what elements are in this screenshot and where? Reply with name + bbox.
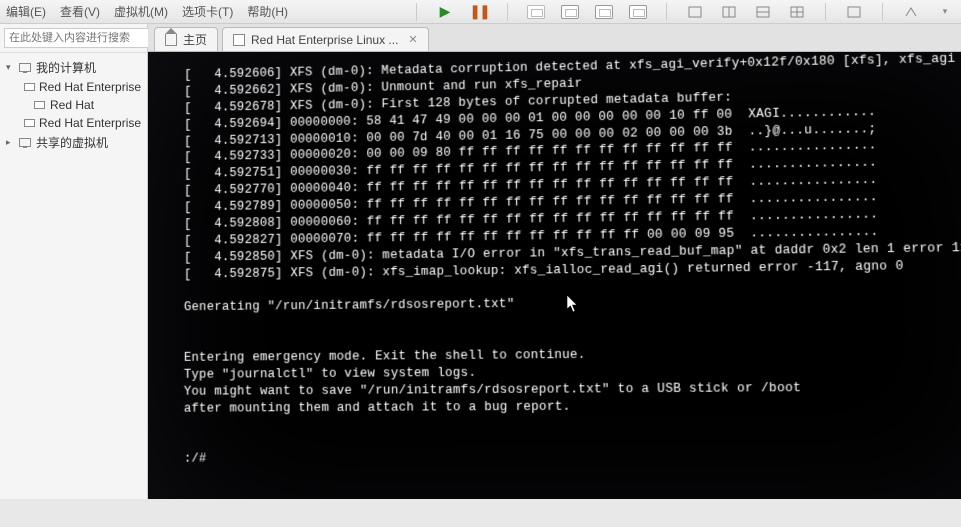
toolbar-menu-icon[interactable]: ▾ xyxy=(935,2,955,22)
separator xyxy=(666,3,667,21)
unity-icon[interactable] xyxy=(901,2,921,22)
menu-vm[interactable]: 虚拟机(M) xyxy=(114,3,168,20)
snapshot-manager-icon[interactable] xyxy=(628,2,648,22)
separator xyxy=(416,3,417,21)
tree-folder[interactable]: ▸ 共享的虚拟机 xyxy=(2,132,145,153)
fullscreen-icon[interactable] xyxy=(844,2,864,22)
computer-icon xyxy=(18,137,32,149)
tab-label: Red Hat Enterprise Linux ... xyxy=(251,33,398,47)
tab-close-icon[interactable]: ✕ xyxy=(408,33,417,46)
view-split-h-icon[interactable] xyxy=(719,2,739,22)
console-output: [ 4.592606] XFS (dm-0): Metadata corrupt… xyxy=(148,52,961,499)
separator xyxy=(882,3,883,21)
caret-icon: ▾ xyxy=(6,62,14,73)
tree-folder[interactable]: ▾ 我的计算机 xyxy=(2,57,145,78)
vm-console[interactable]: [ 4.592606] XFS (dm-0): Metadata corrupt… xyxy=(148,52,961,499)
pause-icon[interactable]: ❚❚ xyxy=(469,2,489,22)
tree-label: 共享的虚拟机 xyxy=(36,134,108,151)
separator xyxy=(507,3,508,21)
tab-label: 主页 xyxy=(183,31,207,48)
view-split-v-icon[interactable] xyxy=(753,2,773,22)
menu-view[interactable]: 查看(V) xyxy=(60,3,100,20)
view-single-icon[interactable] xyxy=(685,2,705,22)
tab-vm[interactable]: Red Hat Enterprise Linux ... ✕ xyxy=(222,27,429,51)
tree-label: Red Hat Enterprise Lin xyxy=(39,116,145,130)
menu-help[interactable]: 帮助(H) xyxy=(247,3,288,20)
snapshot-revert-icon[interactable] xyxy=(560,2,580,22)
menu-tabs[interactable]: 选项卡(T) xyxy=(182,3,233,20)
power-on-icon[interactable]: ▶ xyxy=(435,2,455,22)
library-tree: ▾ 我的计算机 Red Hat Enterprise Lin Red Hat Red H… xyxy=(0,53,147,157)
view-quad-icon[interactable] xyxy=(787,2,807,22)
vm-icon xyxy=(24,81,35,93)
tab-home[interactable]: 主页 xyxy=(154,27,218,51)
separator xyxy=(825,3,826,21)
vm-icon xyxy=(32,99,46,111)
vm-icon xyxy=(24,117,35,129)
computer-icon xyxy=(18,62,32,74)
home-icon xyxy=(165,34,177,46)
menu-bar: 编辑(E) 查看(V) 虚拟机(M) 选项卡(T) 帮助(H) ▶ ❚❚ ▾ xyxy=(0,0,961,24)
caret-icon: ▸ xyxy=(6,137,14,148)
library-sidebar: ✕ ▾ ▾我的计算机Red Hat Enterprise LinRed HatR… xyxy=(0,24,148,499)
snapshot-next-icon[interactable] xyxy=(594,2,614,22)
search-input[interactable] xyxy=(4,28,156,48)
menu-edit[interactable]: 编辑(E) xyxy=(6,3,46,20)
tree-label: Red Hat Enterprise Lin xyxy=(39,80,145,94)
tree-vm-item[interactable]: Red Hat xyxy=(2,96,145,114)
vm-icon xyxy=(233,34,245,46)
snapshot-icon[interactable] xyxy=(526,2,546,22)
tree-label: 我的计算机 xyxy=(36,59,96,76)
main-area: 主页 Red Hat Enterprise Linux ... ✕ [ 4.5926… xyxy=(148,24,961,499)
tree-vm-item[interactable]: Red Hat Enterprise Lin xyxy=(2,78,145,96)
tree-label: Red Hat xyxy=(50,98,94,112)
tree-vm-item[interactable]: Red Hat Enterprise Lin xyxy=(2,114,145,132)
tab-strip: 主页 Red Hat Enterprise Linux ... ✕ xyxy=(148,24,961,52)
